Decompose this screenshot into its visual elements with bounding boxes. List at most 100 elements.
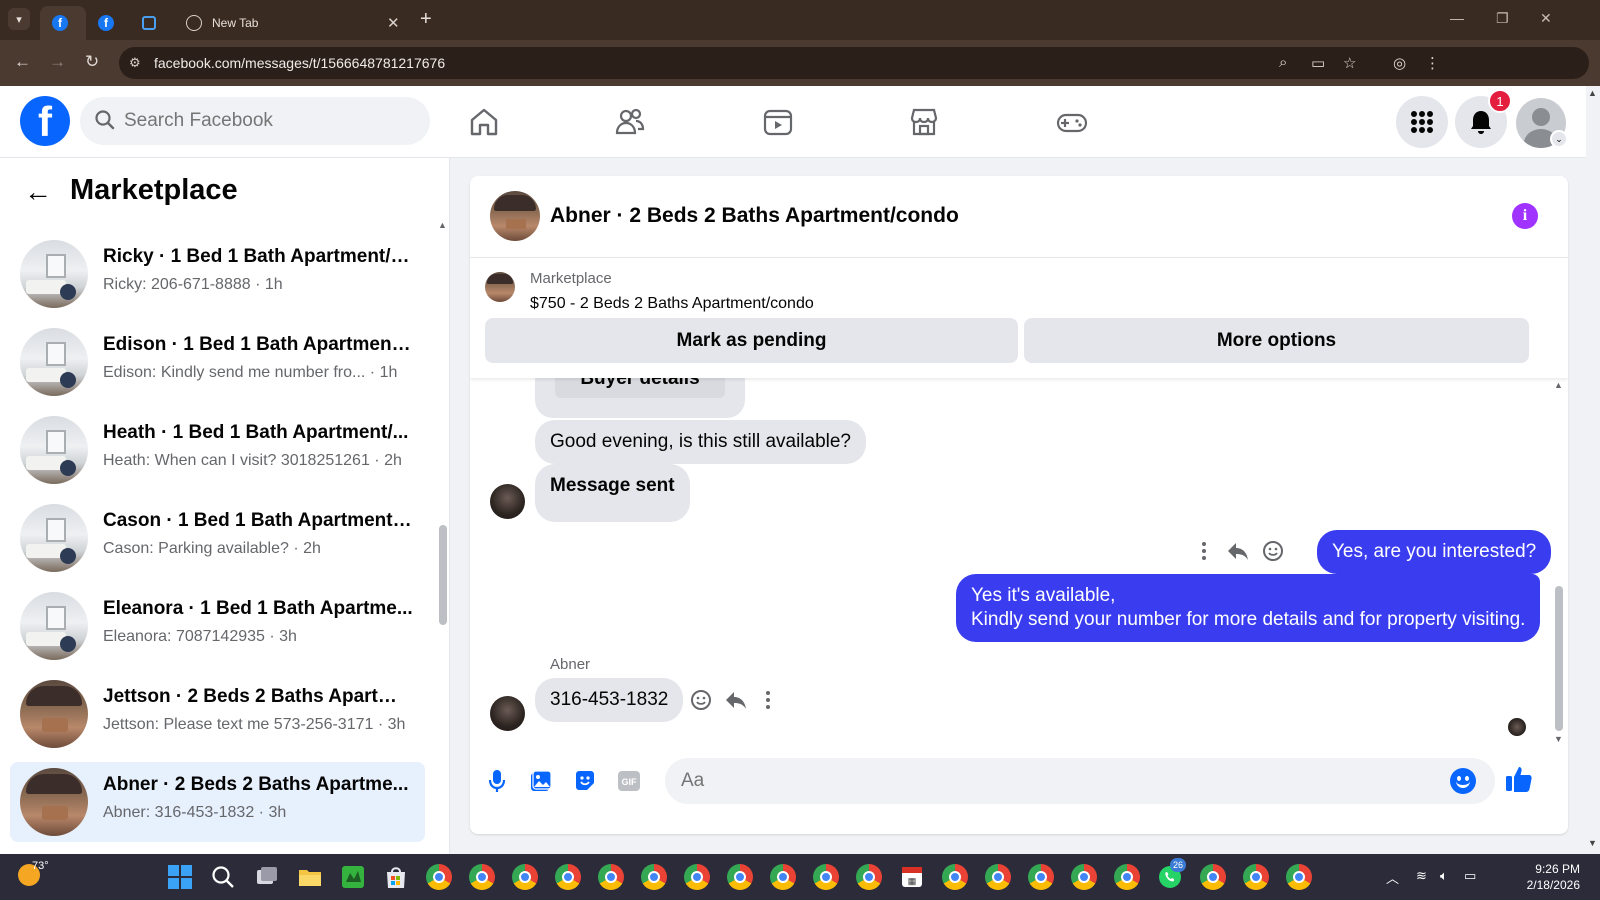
search-icon[interactable] bbox=[210, 864, 236, 890]
nav-video[interactable] bbox=[760, 104, 796, 140]
nav-gaming[interactable] bbox=[1054, 104, 1090, 140]
scroll-down-icon[interactable]: ▼ bbox=[1588, 838, 1597, 848]
store-icon[interactable] bbox=[383, 864, 409, 890]
listing-thumbnail[interactable] bbox=[485, 272, 515, 302]
chrome-icon[interactable] bbox=[512, 864, 538, 890]
chrome-icon[interactable] bbox=[641, 864, 667, 890]
spreadsheet-app-icon[interactable] bbox=[340, 864, 366, 890]
like-button[interactable] bbox=[1504, 764, 1534, 794]
photo-button[interactable] bbox=[528, 768, 554, 794]
nav-marketplace[interactable] bbox=[906, 104, 942, 140]
chrome-icon[interactable] bbox=[1071, 864, 1097, 890]
chrome-icon[interactable] bbox=[469, 864, 495, 890]
close-window-button[interactable]: ✕ bbox=[1540, 10, 1552, 27]
chrome-icon[interactable] bbox=[727, 864, 753, 890]
scrollbar-thumb[interactable] bbox=[439, 525, 447, 625]
chrome-icon[interactable] bbox=[813, 864, 839, 890]
site-info-icon[interactable]: ⚙ bbox=[129, 55, 141, 71]
new-tab-button[interactable]: + bbox=[420, 8, 432, 30]
emoji-icon[interactable] bbox=[1450, 768, 1476, 794]
tab-new-tab[interactable]: New Tab ✕ bbox=[174, 6, 406, 40]
message-outgoing-multiline[interactable]: Yes it's available, Kindly send your num… bbox=[956, 574, 1541, 642]
page-scrollbar[interactable]: ▲ ▼ bbox=[1586, 86, 1600, 854]
chrome-icon[interactable] bbox=[598, 864, 624, 890]
back-arrow-icon[interactable]: ← bbox=[24, 176, 52, 208]
buyer-details-button[interactable]: Buyer details bbox=[555, 378, 725, 398]
sender-avatar[interactable] bbox=[490, 484, 525, 519]
zoom-icon[interactable]: ⌕ bbox=[1279, 54, 1287, 71]
restore-button[interactable]: ❐ bbox=[1496, 10, 1509, 27]
task-view-icon[interactable] bbox=[254, 864, 280, 890]
minimize-button[interactable]: — bbox=[1450, 10, 1464, 26]
conversation-item[interactable]: Heath · 1 Bed 1 Bath Apartment/... Heath… bbox=[10, 410, 425, 490]
profile-icon[interactable]: ◎ bbox=[1393, 54, 1406, 72]
react-emoji-icon[interactable] bbox=[1262, 540, 1284, 562]
sticker-button[interactable] bbox=[572, 768, 598, 794]
chrome-icon[interactable] bbox=[555, 864, 581, 890]
volume-icon[interactable]: 🔈︎ bbox=[1440, 868, 1448, 884]
chat-title[interactable]: Abner · 2 Beds 2 Baths Apartment/condo bbox=[550, 204, 959, 228]
chrome-icon[interactable] bbox=[1286, 864, 1312, 890]
chrome-icon[interactable] bbox=[1200, 864, 1226, 890]
calendar-app-icon[interactable]: ▦ bbox=[899, 864, 925, 890]
reload-icon[interactable]: ↻ bbox=[85, 52, 99, 72]
chrome-icon[interactable] bbox=[426, 864, 452, 890]
conversation-item[interactable]: Jettson · 2 Beds 2 Baths Apartme... Jett… bbox=[10, 674, 425, 754]
scroll-down-icon[interactable]: ▼ bbox=[1554, 734, 1563, 744]
reply-icon[interactable] bbox=[1226, 540, 1250, 562]
mark-as-pending-button[interactable]: Mark as pending bbox=[485, 318, 1018, 363]
message-incoming[interactable]: Message sent bbox=[535, 464, 690, 522]
system-clock[interactable]: 9:26 PM 2/18/2026 bbox=[1520, 861, 1580, 893]
chrome-icon[interactable] bbox=[684, 864, 710, 890]
listing-price[interactable]: $750 - 2 Beds 2 Baths Apartment/condo bbox=[530, 295, 814, 313]
install-icon[interactable]: ▭ bbox=[1311, 54, 1325, 72]
close-icon[interactable]: ✕ bbox=[387, 14, 400, 32]
scrollbar-thumb[interactable] bbox=[1555, 586, 1563, 731]
sender-avatar[interactable] bbox=[490, 696, 525, 731]
reply-icon[interactable] bbox=[724, 689, 748, 711]
facebook-logo-icon[interactable]: f bbox=[20, 96, 70, 146]
bookmark-star-icon[interactable]: ☆ bbox=[1343, 54, 1356, 72]
url-text[interactable]: facebook.com/messages/t/1566648781217676 bbox=[154, 55, 445, 71]
message-incoming[interactable]: 316-453-1832 bbox=[535, 678, 684, 722]
react-emoji-icon[interactable] bbox=[690, 689, 712, 711]
windows-start-icon[interactable] bbox=[167, 864, 193, 890]
message-outgoing[interactable]: Yes, are you interested? bbox=[1317, 530, 1552, 574]
tab-search-button[interactable]: ▾ bbox=[8, 8, 30, 30]
tray-chevron-up-icon[interactable]: ︿ bbox=[1386, 868, 1399, 887]
search-box[interactable] bbox=[80, 97, 430, 145]
more-options-button[interactable]: More options bbox=[1024, 318, 1529, 363]
message-input-box[interactable] bbox=[665, 758, 1495, 804]
chrome-icon[interactable] bbox=[856, 864, 882, 890]
scroll-up-icon[interactable]: ▲ bbox=[1588, 88, 1597, 98]
chevron-down-icon[interactable]: ⌄ bbox=[1550, 130, 1568, 148]
nav-home[interactable] bbox=[466, 104, 502, 140]
conversation-item[interactable]: Cason · 1 Bed 1 Bath Apartment/... Cason… bbox=[10, 498, 425, 578]
search-input[interactable] bbox=[124, 97, 414, 145]
chat-avatar[interactable] bbox=[490, 191, 540, 241]
address-bar[interactable]: ⚙ facebook.com/messages/t/15666487812176… bbox=[119, 47, 1589, 79]
microphone-button[interactable] bbox=[484, 768, 510, 794]
conversation-item[interactable]: Eleanora · 1 Bed 1 Bath Apartme... Elean… bbox=[10, 586, 425, 666]
forward-arrow-icon[interactable]: → bbox=[49, 52, 66, 72]
chrome-icon[interactable] bbox=[1243, 864, 1269, 890]
chrome-icon[interactable] bbox=[1028, 864, 1054, 890]
more-actions-icon[interactable] bbox=[1198, 540, 1210, 562]
file-explorer-icon[interactable] bbox=[297, 864, 323, 890]
menu-kebab-icon[interactable]: ⋮ bbox=[1425, 54, 1440, 72]
chat-scrollbar[interactable]: ▲ ▼ bbox=[1552, 378, 1566, 748]
scroll-up-icon[interactable]: ▲ bbox=[1554, 380, 1563, 390]
conversation-item[interactable]: Ricky · 1 Bed 1 Bath Apartment/c... Rick… bbox=[10, 234, 425, 314]
message-incoming[interactable]: Good evening, is this still available? bbox=[535, 420, 867, 464]
menu-button[interactable] bbox=[1396, 96, 1448, 148]
chrome-icon[interactable] bbox=[770, 864, 796, 890]
tab-facebook[interactable]: f bbox=[86, 6, 130, 40]
back-arrow-icon[interactable]: ← bbox=[14, 52, 31, 72]
tab-facebook-active[interactable]: f bbox=[40, 6, 86, 40]
scroll-up-icon[interactable]: ▲ bbox=[438, 220, 447, 230]
message-input[interactable] bbox=[681, 758, 1441, 804]
chrome-icon[interactable] bbox=[985, 864, 1011, 890]
conversation-item[interactable]: Edison · 1 Bed 1 Bath Apartment/... Edis… bbox=[10, 322, 425, 402]
battery-icon[interactable]: ▭ bbox=[1464, 868, 1476, 884]
tab-document[interactable] bbox=[130, 6, 170, 40]
